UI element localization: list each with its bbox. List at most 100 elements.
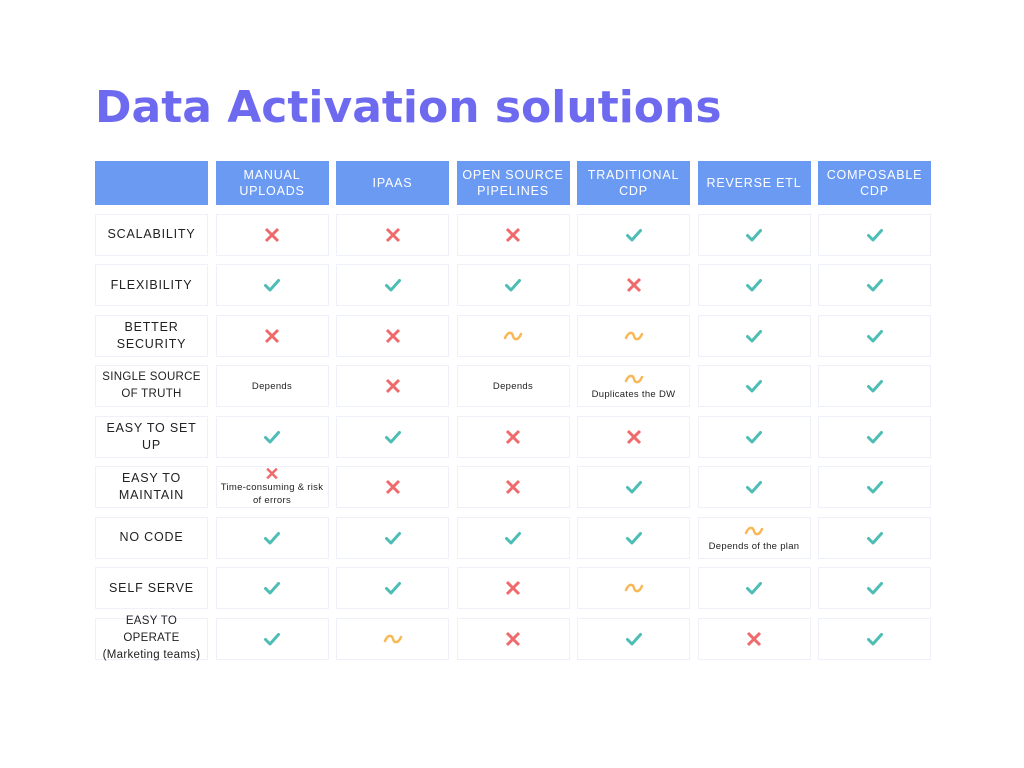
- cross-icon: [385, 479, 400, 495]
- table-cell-no-code-traditional-cdp: [577, 516, 690, 559]
- check-icon: [866, 430, 883, 443]
- table-cell-scalability-manual-uploads: [215, 213, 329, 256]
- cross-icon: [505, 631, 521, 646]
- table-cell-easy-to-operate-marketing-teams-traditional-cdp: [577, 617, 690, 660]
- table-cell-scalability-ipaas: [336, 213, 449, 256]
- column-header-manual-uploads: MANUAL UPLOADS: [215, 161, 329, 205]
- table-cell-flexibility-manual-uploads: [215, 264, 329, 306]
- cross-icon: [385, 378, 400, 394]
- check-icon: [746, 329, 762, 342]
- table-cell-self-serve-traditional-cdp: [577, 567, 690, 609]
- table-cell-easy-to-operate-marketing-teams-reverse-etl: [697, 617, 811, 660]
- cell-note: Depends: [492, 380, 534, 392]
- check-icon: [384, 279, 401, 292]
- partial-tilde-icon: [383, 634, 402, 643]
- check-icon: [746, 582, 762, 595]
- table-cell-self-serve-manual-uploads: [215, 567, 329, 609]
- check-icon: [866, 531, 883, 544]
- check-icon: [746, 380, 762, 393]
- column-header-ipaas: IPAAS: [336, 161, 449, 205]
- check-icon: [505, 531, 521, 544]
- table-cell-flexibility-ipaas: [336, 264, 449, 306]
- row-label-text: BETTER SECURITY: [116, 319, 187, 351]
- cross-icon: [505, 580, 521, 596]
- cell-note: Time-consuming & risk of errors: [220, 482, 324, 506]
- row-label-text: FLEXIBILITY: [110, 277, 193, 292]
- check-icon: [264, 632, 280, 645]
- header-corner-cell: [95, 161, 208, 205]
- table-cell-easy-to-set-up-open-source-pipelines: [456, 415, 570, 458]
- row-label-no-code: NO CODE: [95, 516, 208, 559]
- partial-tilde-icon: [503, 331, 523, 340]
- table-cell-better-security-ipaas: [336, 314, 449, 357]
- row-label-text: EASY TO SET UP: [106, 420, 197, 452]
- row-label-self-serve: SELF SERVE: [95, 567, 208, 609]
- row-label-text: EASY TO OPERATE (Marketing teams): [102, 615, 201, 661]
- cell-note: Duplicates the DW: [591, 389, 676, 400]
- column-header-composable-cdp: COMPOSABLE CDP: [818, 161, 931, 205]
- check-icon: [625, 632, 642, 645]
- cross-icon: [385, 227, 400, 242]
- table-cell-no-code-manual-uploads: [215, 516, 329, 559]
- cross-icon: [266, 467, 278, 480]
- table-cell-easy-to-operate-marketing-teams-open-source-pipelines: [456, 617, 570, 660]
- table-cell-single-source-of-truth-manual-uploads: Depends: [215, 365, 329, 407]
- table-cell-easy-to-maintain-open-source-pipelines: [456, 466, 570, 508]
- table-cell-single-source-of-truth-traditional-cdp: Duplicates the DW: [577, 365, 690, 407]
- table-cell-self-serve-reverse-etl: [697, 567, 811, 609]
- table-cell-self-serve-open-source-pipelines: [456, 567, 570, 609]
- cross-icon: [505, 429, 521, 444]
- table-cell-flexibility-traditional-cdp: [577, 264, 690, 306]
- check-icon: [264, 531, 280, 544]
- check-icon: [264, 430, 280, 443]
- row-label-better-security: BETTER SECURITY: [95, 314, 208, 357]
- page-title: Data Activation solutions: [95, 82, 722, 133]
- cross-icon: [746, 631, 762, 646]
- row-label-flexibility: FLEXIBILITY: [95, 264, 208, 306]
- cross-icon: [505, 479, 521, 495]
- comparison-table: MANUAL UPLOADS IPAAS OPEN SOURCE PIPELINES…: [95, 161, 931, 661]
- row-label-scalability: SCALABILITY: [95, 213, 208, 256]
- partial-tilde-icon: [624, 374, 643, 384]
- cross-icon: [264, 328, 280, 343]
- check-icon: [505, 279, 521, 292]
- partial-tilde-icon: [624, 583, 643, 593]
- cross-icon: [505, 227, 521, 242]
- table-cell-easy-to-maintain-traditional-cdp: [577, 466, 690, 508]
- table-cell-better-security-reverse-etl: [697, 314, 811, 357]
- table-cell-better-security-composable-cdp: [818, 314, 931, 357]
- check-icon: [866, 632, 883, 645]
- check-icon: [746, 481, 762, 494]
- table-cell-single-source-of-truth-composable-cdp: [818, 365, 931, 407]
- table-cell-easy-to-operate-marketing-teams-ipaas: [336, 617, 449, 660]
- table-cell-flexibility-composable-cdp: [818, 264, 931, 306]
- check-icon: [625, 228, 642, 241]
- check-icon: [746, 228, 762, 241]
- table-cell-self-serve-composable-cdp: [818, 567, 931, 609]
- table-cell-single-source-of-truth-open-source-pipelines: Depends: [456, 365, 570, 407]
- check-icon: [866, 380, 883, 393]
- table-cell-easy-to-maintain-manual-uploads: Time-consuming & risk of errors: [215, 466, 329, 508]
- check-icon: [264, 279, 280, 292]
- table-cell-flexibility-reverse-etl: [697, 264, 811, 306]
- check-icon: [746, 430, 762, 443]
- table-cell-single-source-of-truth-reverse-etl: [697, 365, 811, 407]
- table-cell-self-serve-ipaas: [336, 567, 449, 609]
- row-label-text: SCALABILITY: [107, 227, 196, 241]
- table-cell-flexibility-open-source-pipelines: [456, 264, 570, 306]
- row-label-easy-to-maintain: EASY TO MAINTAIN: [95, 466, 208, 508]
- row-label-text: SINGLE SOURCE OF TRUTH: [102, 371, 201, 400]
- table-cell-easy-to-operate-marketing-teams-composable-cdp: [818, 617, 931, 660]
- cell-note: Depends of the plan: [708, 540, 800, 552]
- table-cell-no-code-composable-cdp: [818, 516, 931, 559]
- check-icon: [866, 481, 883, 494]
- table-cell-scalability-reverse-etl: [697, 213, 811, 256]
- table-cell-scalability-open-source-pipelines: [456, 213, 570, 256]
- table-cell-easy-to-set-up-reverse-etl: [697, 415, 811, 458]
- check-icon: [866, 329, 883, 342]
- cross-icon: [264, 227, 280, 242]
- cross-icon: [626, 429, 641, 444]
- table-cell-no-code-ipaas: [336, 516, 449, 559]
- column-header-open-source-pipelines: OPEN SOURCE PIPELINES: [456, 161, 570, 205]
- check-icon: [866, 582, 883, 595]
